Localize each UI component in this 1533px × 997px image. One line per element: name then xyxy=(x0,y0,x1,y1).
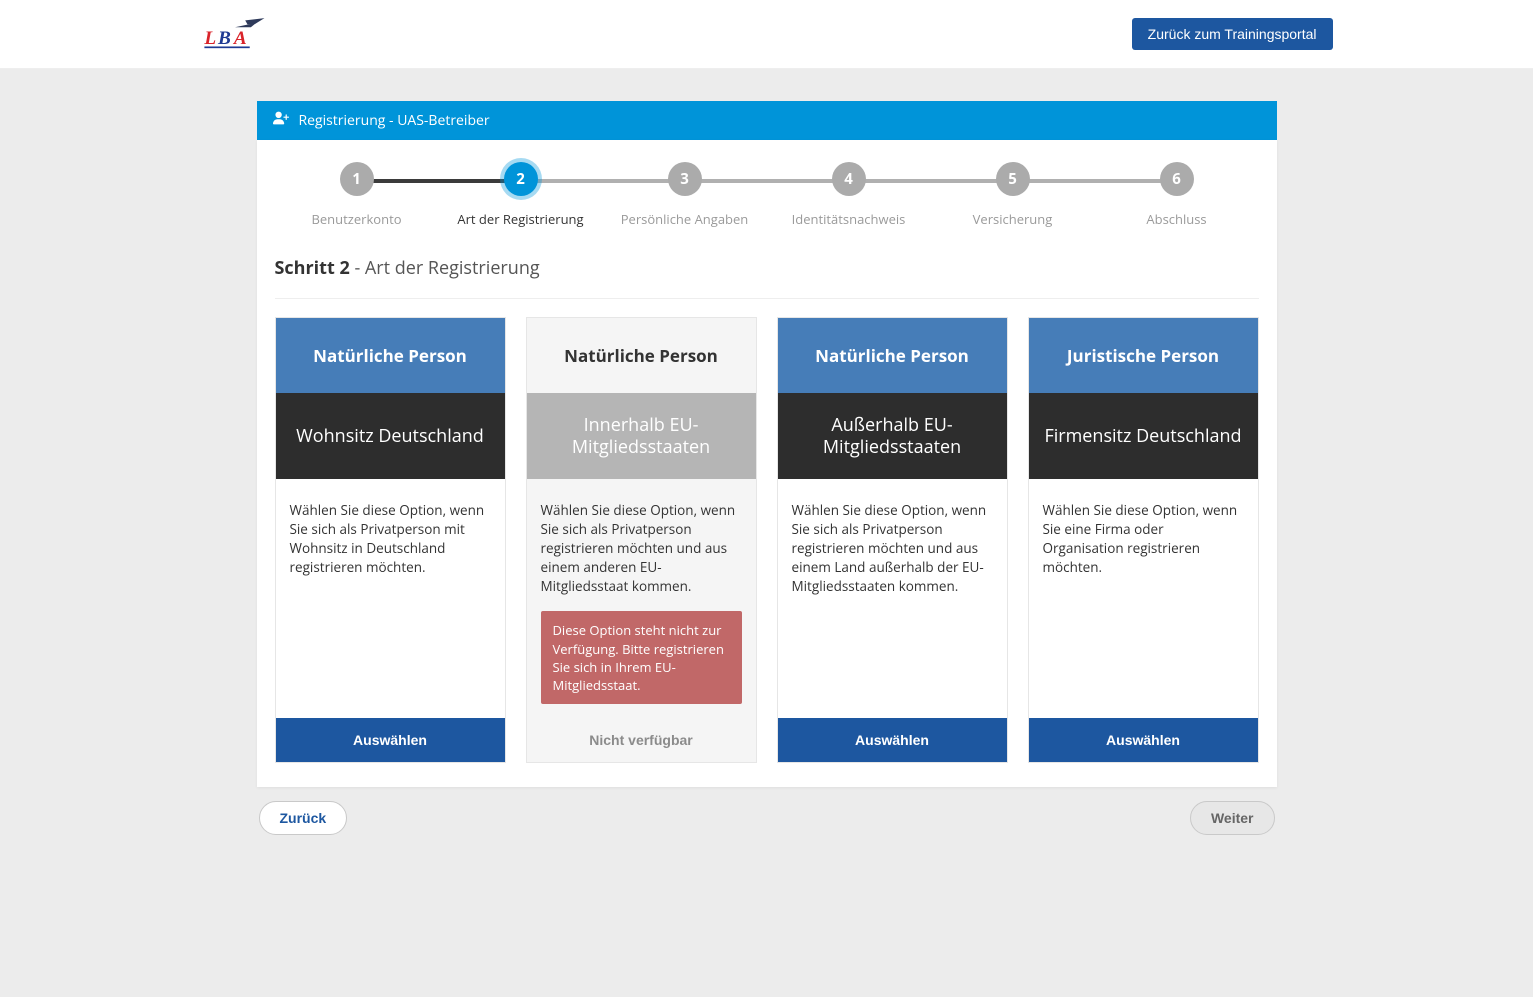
card-sub: Außerhalb EU-Mitgliedsstaaten xyxy=(778,393,1007,479)
card-description: Wählen Sie diese Option, wenn Sie sich a… xyxy=(792,501,993,595)
unavailable-button: Nicht verfügbar xyxy=(527,718,756,762)
lba-logo: L B A xyxy=(201,14,269,54)
option-card-2: Natürliche PersonInnerhalb EU-Mitgliedss… xyxy=(526,317,757,763)
option-card-3: Natürliche PersonAußerhalb EU-Mitgliedss… xyxy=(777,317,1008,763)
card-description: Wählen Sie diese Option, wenn Sie sich a… xyxy=(541,501,742,595)
step-title-light: - Art der Registrierung xyxy=(350,256,540,280)
option-cards: Natürliche PersonWohnsitz DeutschlandWäh… xyxy=(275,317,1259,763)
step-label: Persönliche Angaben xyxy=(621,210,749,228)
step-5: 5 Versicherung xyxy=(931,162,1095,228)
svg-text:B: B xyxy=(217,28,231,49)
step-6: 6 Abschluss xyxy=(1095,162,1259,228)
top-header: L B A Zurück zum Trainingsportal xyxy=(0,0,1533,69)
step-circle: 3 xyxy=(668,162,702,196)
card-sub: Firmensitz Deutschland xyxy=(1029,393,1258,479)
user-plus-icon xyxy=(273,111,289,130)
step-2: 2 Art der Registrierung xyxy=(439,162,603,228)
select-button[interactable]: Auswählen xyxy=(276,718,505,762)
step-circle: 4 xyxy=(832,162,866,196)
svg-text:A: A xyxy=(232,28,246,49)
step-3: 3 Persönliche Angaben xyxy=(603,162,767,228)
card-body: Wählen Sie diese Option, wenn Sie sich a… xyxy=(276,479,505,718)
card-body: Wählen Sie diese Option, wenn Sie eine F… xyxy=(1029,479,1258,718)
option-card-1: Natürliche PersonWohnsitz Deutschland Wäh… xyxy=(275,317,506,763)
card-sub: Wohnsitz Deutschland xyxy=(276,393,505,479)
card-head: Natürliche Person xyxy=(778,318,1007,393)
card-head: Natürliche Person xyxy=(276,318,505,393)
step-title: Schritt 2 - Art der Registrierung xyxy=(275,248,1259,299)
card-head: Juristische Person xyxy=(1029,318,1258,393)
step-4: 4 Identitätsnachweis xyxy=(767,162,931,228)
unavailable-alert: Diese Option steht nicht zur Verfügung. … xyxy=(541,611,742,704)
step-label: Abschluss xyxy=(1146,210,1206,228)
step-circle: 6 xyxy=(1160,162,1194,196)
option-card-4: Juristische PersonFirmensitz Deutschland… xyxy=(1028,317,1259,763)
panel-title: Registrierung - UAS-Betreiber xyxy=(299,111,490,130)
card-head: Natürliche Person xyxy=(527,318,756,393)
step-circle: 1 xyxy=(340,162,374,196)
svg-text:L: L xyxy=(203,28,216,49)
step-label: Art der Registrierung xyxy=(457,210,583,228)
panel-header: Registrierung - UAS-Betreiber xyxy=(257,101,1277,140)
step-circle: 5 xyxy=(996,162,1030,196)
nav-row: Zurück Weiter xyxy=(257,801,1277,835)
next-button[interactable]: Weiter xyxy=(1190,801,1275,835)
back-to-portal-button[interactable]: Zurück zum Trainingsportal xyxy=(1132,18,1333,50)
step-circle: 2 xyxy=(504,162,538,196)
step-label: Benutzerkonto xyxy=(311,210,401,228)
select-button[interactable]: Auswählen xyxy=(778,718,1007,762)
select-button[interactable]: Auswählen xyxy=(1029,718,1258,762)
step-label: Identitätsnachweis xyxy=(792,210,906,228)
step-label: Versicherung xyxy=(973,210,1053,228)
back-button[interactable]: Zurück xyxy=(259,801,348,835)
card-body: Wählen Sie diese Option, wenn Sie sich a… xyxy=(527,479,756,718)
stepper: 1 Benutzerkonto 2 Art der Registrierung 3 Per… xyxy=(275,162,1259,228)
card-description: Wählen Sie diese Option, wenn Sie eine F… xyxy=(1043,501,1244,577)
step-title-bold: Schritt 2 xyxy=(275,256,350,280)
card-description: Wählen Sie diese Option, wenn Sie sich a… xyxy=(290,501,491,577)
card-body: Wählen Sie diese Option, wenn Sie sich a… xyxy=(778,479,1007,718)
card-sub: Innerhalb EU-Mitgliedsstaaten xyxy=(527,393,756,479)
step-1: 1 Benutzerkonto xyxy=(275,162,439,228)
